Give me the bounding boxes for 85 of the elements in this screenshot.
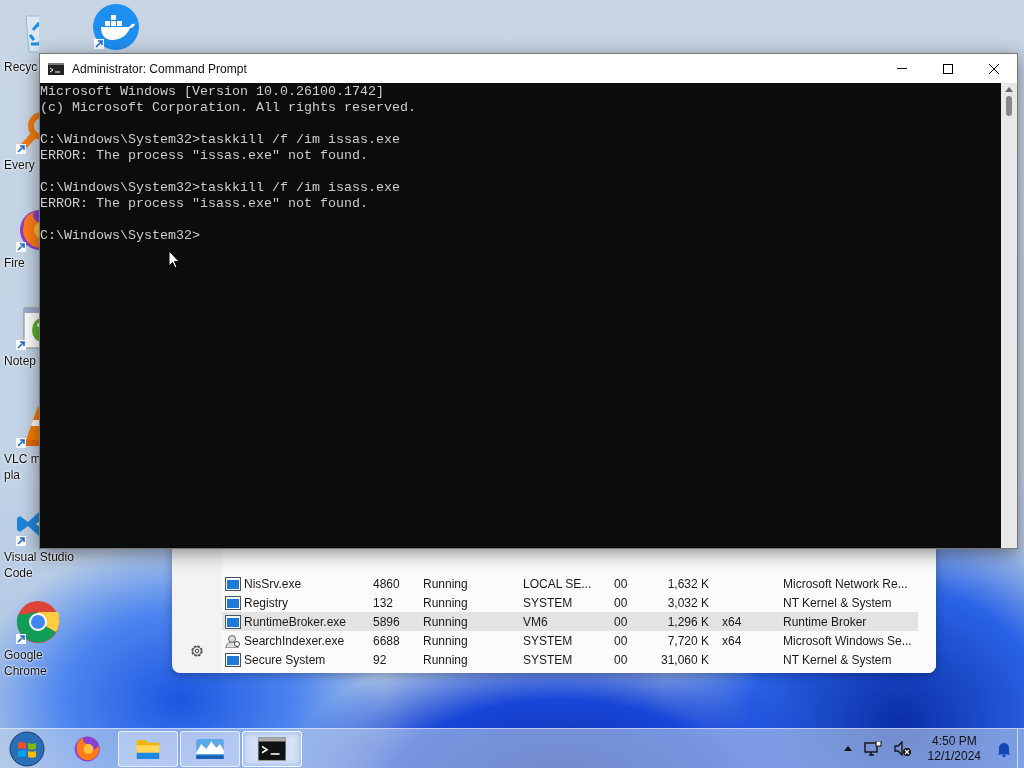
table-cell-text: 132	[373, 595, 395, 610]
table-cell-text: 92	[373, 652, 388, 667]
icon-label: Chrome	[3, 664, 47, 678]
table-cell-text: Secure System	[244, 652, 327, 667]
icon-label: Fire	[3, 256, 25, 270]
process-row[interactable]: Registry 132 Running SYSTEM 00 3,032 K NT Kernel & System	[222, 593, 918, 612]
table-cell-text: Running	[423, 614, 469, 629]
icon-label: Recyc	[3, 60, 38, 74]
table-cell-text: Running	[423, 652, 469, 667]
notification-bell-icon[interactable]	[997, 740, 1011, 757]
maximize-icon	[943, 63, 953, 74]
table-cell-text: RuntimeBroker.exe	[244, 614, 348, 629]
table-cell-text: Running	[423, 576, 469, 591]
app-window-icon	[225, 652, 241, 667]
taskbar-button[interactable]	[242, 730, 302, 767]
icon-label: Notep	[3, 354, 37, 368]
console-line: (c) Microsoft Corporation. All rights reserved.	[40, 100, 417, 116]
table-cell-text: 00	[614, 576, 629, 591]
scrollbar[interactable]	[1001, 83, 1017, 548]
table-cell-text: Registry	[244, 595, 289, 610]
icon-label: Every	[3, 158, 35, 172]
whale-icon[interactable]	[92, 3, 140, 51]
clock-time: 4:50 PM	[931, 733, 977, 749]
table-cell-text: Running	[423, 633, 469, 648]
scroll-up-icon[interactable]	[1005, 87, 1013, 92]
console-line: ERROR: The process "issas.exe" not found.	[40, 148, 369, 164]
icon-label: Google	[3, 648, 43, 662]
scroll-thumb[interactable]	[1006, 96, 1012, 116]
console-line: C:\Windows\System32>taskkill /f /im isass.exe	[40, 180, 401, 196]
circle-logo-icon[interactable]	[14, 598, 62, 646]
start-button[interactable]	[9, 730, 45, 767]
table-cell-text: 3,032 K	[666, 595, 709, 610]
clock-date: 12/1/2024	[927, 748, 981, 764]
table-cell-text: SYSTEM	[523, 633, 574, 648]
console-app-icon	[48, 62, 64, 75]
process-row[interactable]: Secure System 92 Running SYSTEM 00 31,060 K NT Kernel & System	[222, 650, 918, 669]
settings-icon[interactable]	[189, 643, 205, 659]
speaker-muted-icon[interactable]	[893, 740, 912, 757]
table-cell-text: SYSTEM	[523, 652, 574, 667]
app-window-icon	[225, 595, 241, 610]
taskbar-button[interactable]	[180, 730, 240, 767]
user-search-icon	[225, 633, 241, 648]
app-window-icon	[225, 614, 241, 629]
caret-up-icon[interactable]	[843, 746, 852, 751]
table-cell-text: Running	[423, 595, 469, 610]
process-row[interactable]: SearchIndexer.exe 6688 Running SYSTEM 00 7,720 K x64 Microsoft Windows Se...	[222, 631, 918, 650]
table-cell-text: Runtime Broker	[783, 614, 868, 629]
clock[interactable]: 4:50 PM 12/1/2024	[927, 733, 981, 764]
icon-label: Code	[3, 566, 33, 580]
table-cell-text: SearchIndexer.exe	[244, 633, 346, 648]
table-cell-text: Microsoft Network Re...	[783, 576, 909, 591]
table-cell-text: 6688	[373, 633, 401, 648]
table-cell-text: SYSTEM	[523, 595, 574, 610]
table-cell-text: 31,060 K	[659, 652, 709, 667]
minimize-icon	[897, 68, 907, 69]
process-row[interactable]: NisSrv.exe 4860 Running LOCAL SE... 00 1,632 K Microsoft Network Re...	[222, 574, 918, 593]
table-cell-text: 00	[614, 633, 629, 648]
icon-label: pla	[3, 468, 20, 482]
table-cell-text: 7,720 K	[666, 633, 709, 648]
console-line: Microsoft Windows [Version 10.0.26100.1742]	[40, 84, 385, 100]
table-cell-text: VM6	[523, 614, 549, 629]
table-cell-text: NT Kernel & System	[783, 595, 893, 610]
app-window-icon	[225, 576, 241, 591]
console-line: C:\Windows\System32>taskkill /f /im issas.exe	[40, 132, 401, 148]
table-cell-text: x64	[722, 633, 743, 648]
icon-label: Visual Studio	[3, 550, 74, 564]
table-cell-text: 00	[614, 595, 629, 610]
table-cell-text: LOCAL SE...	[523, 576, 593, 591]
table-cell-text: 1,296 K	[666, 614, 709, 629]
table-cell-text: x64	[722, 614, 743, 629]
close-icon	[989, 63, 999, 74]
table-cell-text: 00	[614, 652, 629, 667]
console-line: C:\Windows\System32>	[40, 228, 201, 244]
table-cell-text: 5896	[373, 614, 401, 629]
table-cell-text: 4860	[373, 576, 401, 591]
table-cell-text: Microsoft Windows Se...	[783, 633, 913, 648]
window-title: Administrator: Command Prompt	[72, 61, 248, 76]
table-cell-text: 00	[614, 614, 629, 629]
network-icon[interactable]	[863, 740, 882, 757]
mouse-pointer-icon	[168, 250, 180, 269]
table-cell-text: 1,632 K	[666, 576, 709, 591]
table-cell-text: NisSrv.exe	[244, 576, 303, 591]
console-line: ERROR: The process "isass.exe" not found.	[40, 196, 369, 212]
process-row[interactable]: RuntimeBroker.exe 5896 Running VM6 00 1,296 K x64 Runtime Broker	[222, 612, 918, 631]
table-cell-text: NT Kernel & System	[783, 652, 893, 667]
